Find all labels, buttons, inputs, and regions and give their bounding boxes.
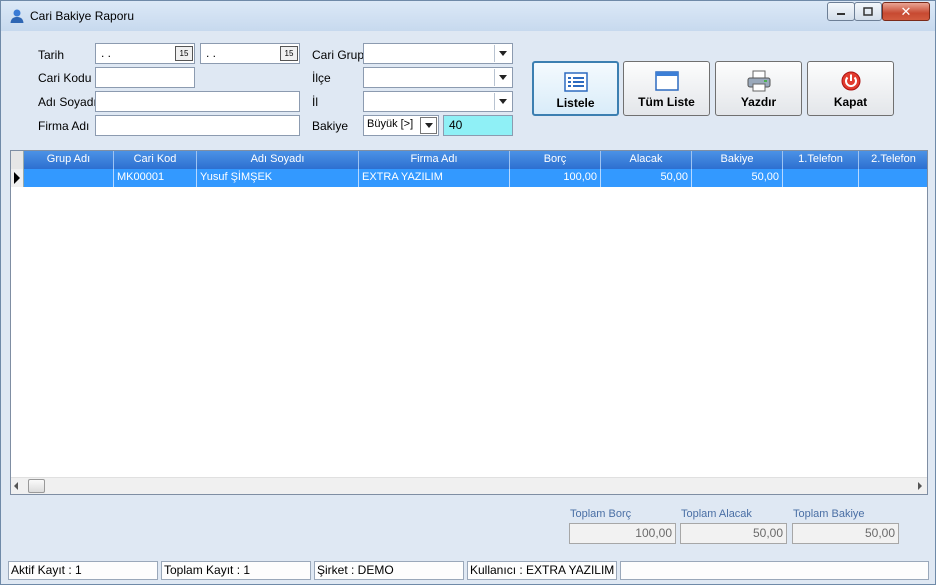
firma-adi-label: Firma Adı — [38, 119, 90, 133]
bakiye-label: Bakiye — [312, 119, 349, 133]
chevron-down-icon[interactable] — [420, 117, 437, 134]
tarih-end-input[interactable]: . . 15 — [200, 43, 300, 64]
cell-adi-soyadi[interactable]: Yusuf ŞİMŞEK — [197, 169, 359, 187]
calendar-icon[interactable]: 15 — [175, 46, 193, 61]
cell-borc[interactable]: 100,00 — [510, 169, 601, 187]
ilce-select[interactable] — [363, 67, 513, 88]
column-header-telefon1[interactable]: 1.Telefon — [783, 151, 859, 169]
firma-adi-input[interactable] — [95, 115, 300, 136]
row-indicator — [11, 169, 24, 187]
yazdir-button[interactable]: Yazdır — [715, 61, 802, 116]
ilce-label: İlçe — [312, 71, 331, 85]
title-bar[interactable]: Cari Bakiye Raporu ✕ — [1, 1, 935, 31]
chevron-down-icon[interactable] — [494, 45, 511, 62]
toplam-bakiye-label: Toplam Bakiye — [793, 508, 865, 520]
column-header-grup-adi[interactable]: Grup Adı — [24, 151, 114, 169]
minimize-button[interactable] — [827, 2, 855, 21]
scroll-left-icon[interactable] — [14, 482, 18, 490]
cell-grup-adi[interactable] — [24, 169, 114, 187]
report-grid[interactable]: Grup Adı Cari Kod Adı Soyadı Firma Adı B… — [10, 150, 928, 495]
cell-telefon1[interactable] — [783, 169, 859, 187]
il-label: İl — [312, 95, 318, 109]
cari-grup-select[interactable] — [363, 43, 513, 64]
cari-grup-label: Cari Grup — [312, 48, 365, 62]
tarih-start-input[interactable]: . . 15 — [95, 43, 195, 64]
column-header-alacak[interactable]: Alacak — [601, 151, 692, 169]
tarih-start-value: . . — [101, 46, 112, 60]
row-pointer-icon — [14, 172, 20, 184]
toplam-alacak-label: Toplam Alacak — [681, 508, 752, 520]
cell-firma-adi[interactable]: EXTRA YAZILIM — [359, 169, 510, 187]
power-icon — [841, 71, 860, 91]
column-header-adi-soyadi[interactable]: Adı Soyadı — [197, 151, 359, 169]
kapat-label: Kapat — [833, 95, 868, 109]
cell-bakiye[interactable]: 50,00 — [692, 169, 783, 187]
printer-icon — [747, 70, 770, 92]
maximize-button[interactable] — [854, 2, 882, 21]
tum-liste-button[interactable]: Tüm Liste — [623, 61, 710, 116]
toplam-bakiye-value: 50,00 — [792, 523, 899, 544]
tum-liste-label: Tüm Liste — [638, 95, 695, 109]
status-empty-panel — [620, 561, 929, 580]
scroll-thumb[interactable] — [28, 479, 45, 493]
report-window: Cari Bakiye Raporu ✕ Tarih Cari Kodu Adı… — [0, 0, 936, 585]
toplam-borc-value: 100,00 — [569, 523, 676, 544]
list-icon — [563, 72, 588, 92]
il-select[interactable] — [363, 91, 513, 112]
status-bar: Aktif Kayıt : 1 Toplam Kayıt : 1 Şirket … — [8, 561, 929, 580]
status-aktif-kayit: Aktif Kayıt : 1 — [8, 561, 158, 580]
bakiye-operator-value: Büyük [>] — [367, 118, 414, 130]
adi-soyadi-input[interactable] — [95, 91, 300, 112]
calendar-icon[interactable]: 15 — [280, 46, 298, 61]
cell-cari-kod[interactable]: MK00001 — [114, 169, 197, 187]
status-kullanici: Kullanıcı : EXTRA YAZILIM — [467, 561, 617, 580]
horizontal-scrollbar[interactable] — [11, 477, 927, 494]
close-icon: ✕ — [900, 3, 912, 19]
toplam-borc-label: Toplam Borç — [570, 508, 632, 520]
grid-header: Grup Adı Cari Kod Adı Soyadı Firma Adı B… — [11, 151, 927, 169]
listele-button[interactable]: Listele — [532, 61, 619, 116]
status-toplam-kayit: Toplam Kayıt : 1 — [161, 561, 311, 580]
minimize-icon — [837, 12, 845, 15]
cell-telefon2[interactable] — [859, 169, 927, 187]
scroll-right-icon[interactable] — [918, 482, 922, 490]
toplam-alacak-value: 50,00 — [680, 523, 787, 544]
tarih-end-value: . . — [206, 46, 217, 60]
header-indicator-cell — [11, 151, 24, 169]
window-title: Cari Bakiye Raporu — [30, 9, 135, 23]
kapat-button[interactable]: Kapat — [807, 61, 894, 116]
window-icon — [654, 71, 679, 91]
chevron-down-icon[interactable] — [494, 93, 511, 110]
chevron-down-icon[interactable] — [494, 69, 511, 86]
status-sirket: Şirket : DEMO — [314, 561, 464, 580]
column-header-firma-adi[interactable]: Firma Adı — [359, 151, 510, 169]
cari-kodu-input[interactable] — [95, 67, 195, 88]
cari-kodu-label: Cari Kodu — [38, 71, 92, 85]
bakiye-value-input[interactable]: 40 — [443, 115, 513, 136]
user-icon — [10, 9, 24, 23]
column-header-bakiye[interactable]: Bakiye — [692, 151, 783, 169]
close-button[interactable]: ✕ — [882, 2, 930, 21]
column-header-telefon2[interactable]: 2.Telefon — [859, 151, 927, 169]
adi-soyadi-label: Adı Soyadı — [38, 95, 97, 109]
bakiye-operator-select[interactable]: Büyük [>] — [363, 115, 439, 136]
cell-alacak[interactable]: 50,00 — [601, 169, 692, 187]
table-row[interactable]: MK00001 Yusuf ŞİMŞEK EXTRA YAZILIM 100,0… — [11, 169, 927, 187]
yazdir-label: Yazdır — [740, 95, 777, 109]
column-header-borc[interactable]: Borç — [510, 151, 601, 169]
listele-label: Listele — [556, 96, 595, 110]
column-header-cari-kod[interactable]: Cari Kod — [114, 151, 197, 169]
tarih-label: Tarih — [38, 48, 65, 62]
maximize-icon — [863, 7, 873, 16]
